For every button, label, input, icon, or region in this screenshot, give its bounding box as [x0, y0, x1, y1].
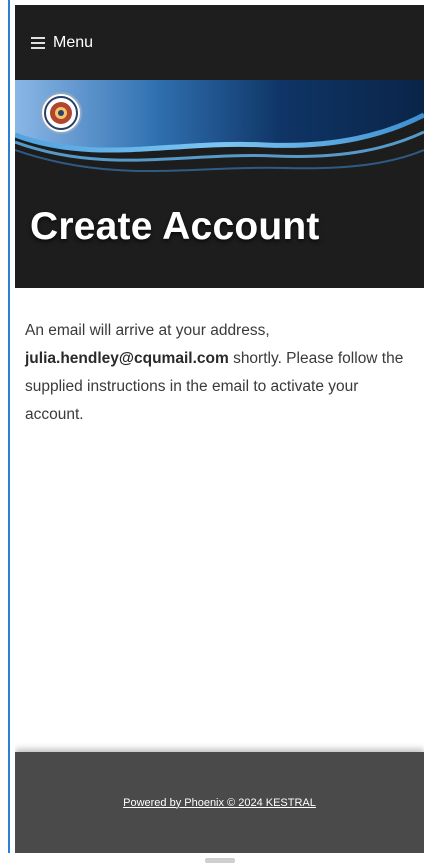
app-container: Menu Create Account An email will arrive… — [15, 5, 424, 853]
footer: Powered by Phoenix © 2024 KESTRAL — [15, 752, 424, 853]
confirmation-message: An email will arrive at your address, ju… — [25, 317, 410, 429]
seal-icon — [44, 96, 78, 130]
footer-link[interactable]: Powered by Phoenix © 2024 KESTRAL — [123, 797, 316, 809]
email-address: julia.hendley@cqumail.com — [25, 350, 229, 367]
menu-label: Menu — [53, 33, 94, 51]
organization-logo — [40, 92, 82, 134]
menu-bar: Menu — [15, 5, 424, 80]
page-title: Create Account — [30, 205, 320, 248]
message-prefix: An email will arrive at your address, — [25, 322, 270, 339]
hamburger-icon — [31, 34, 45, 52]
scroll-handle[interactable] — [205, 858, 235, 863]
left-edge-line — [8, 0, 10, 863]
left-edge — [0, 0, 15, 863]
hero-banner: Create Account — [15, 80, 424, 288]
menu-button[interactable]: Menu — [31, 34, 93, 52]
page-frame: Menu Create Account An email will arrive… — [0, 0, 424, 863]
